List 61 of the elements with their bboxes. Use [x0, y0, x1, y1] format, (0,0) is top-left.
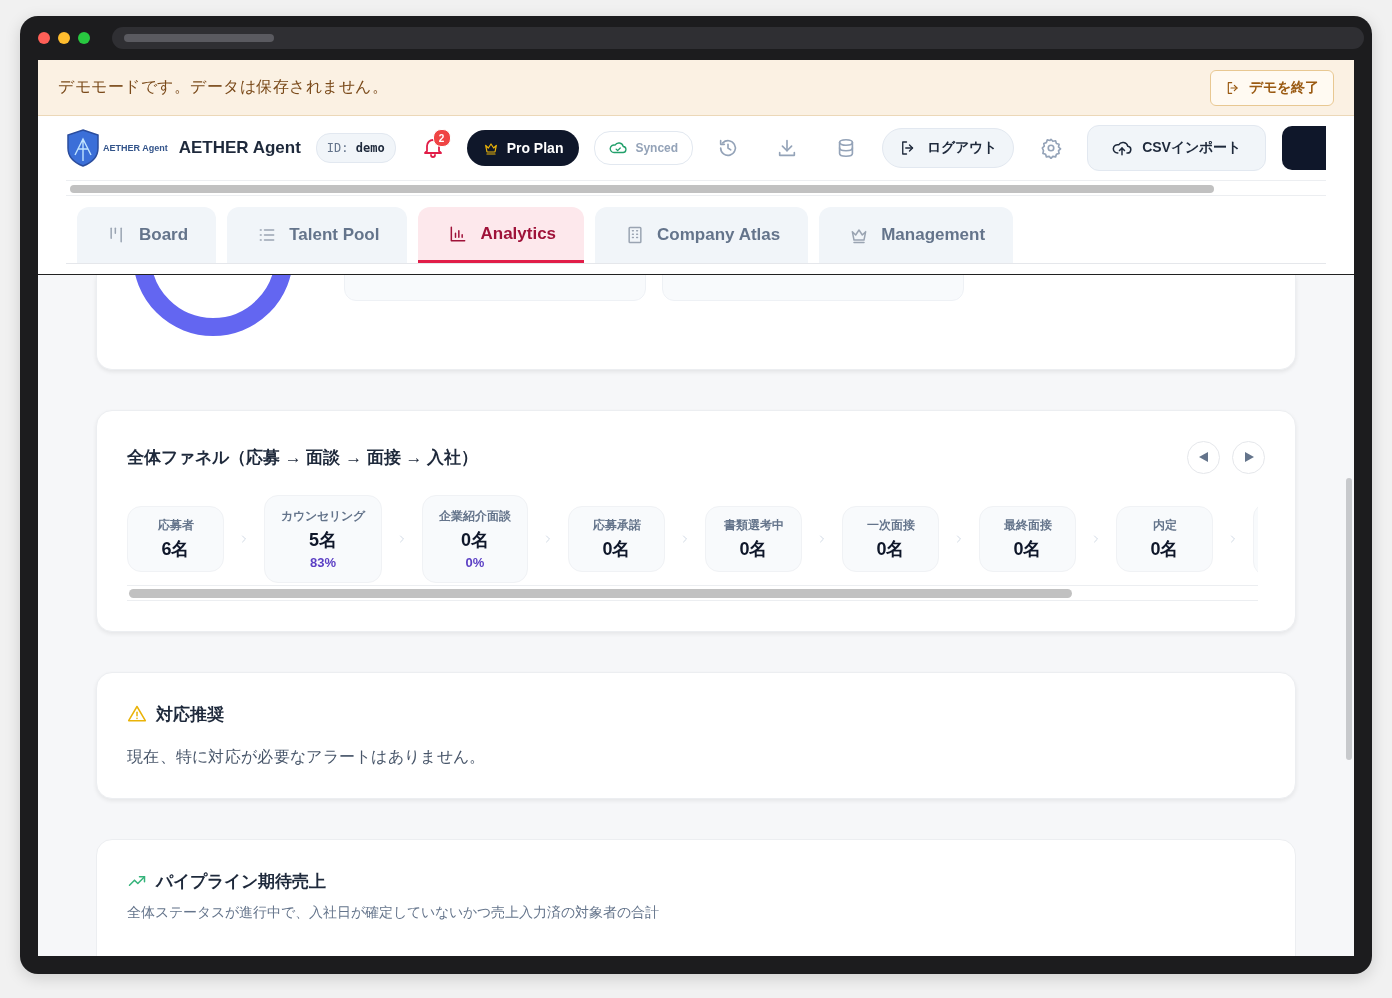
scroll-left-button[interactable] [1187, 440, 1220, 474]
scroll-thumb[interactable] [129, 589, 1072, 598]
funnel-title: 全体ファネル（応募 → 面談 → 面接 → 入社） [127, 446, 479, 469]
scroll-thumb[interactable] [70, 185, 1214, 193]
stage-count: 0名 [876, 538, 905, 561]
funnel-stage-card[interactable]: 書類選考中 0名 [705, 506, 802, 572]
funnel-stage-card[interactable]: 内定 0名 [1116, 506, 1213, 572]
tab[interactable]: Board [77, 207, 217, 263]
funnel-stage-card[interactable]: 一次面接 0名 [842, 506, 939, 572]
user-id-badge: ID: demo [315, 133, 396, 163]
funnel-stage-card[interactable]: カウンセリング 5名 83% [264, 495, 382, 583]
stage-label: 一次面接 [866, 517, 915, 534]
address-bar[interactable] [112, 27, 1364, 49]
stage-count: 0名 [461, 529, 489, 552]
app-name: AETHER Agent [178, 138, 301, 158]
csv-import-button[interactable]: CSVインポート [1087, 125, 1266, 171]
funnel-stage-card[interactable]: 企業紹介面談 0名 0% [422, 495, 528, 583]
right-triangle-icon [1242, 451, 1255, 463]
stage-count: 0名 [602, 538, 631, 561]
zoom-window-button[interactable] [78, 32, 90, 44]
conversion-rate: 0% [465, 555, 485, 570]
stage-label: 応募者 [157, 517, 194, 534]
pipeline-title: パイプライン期待売上 [156, 870, 326, 893]
action-button[interactable] [1281, 126, 1326, 170]
stage-count: 0名 [1150, 538, 1179, 561]
stage-label: カウンセリング [281, 508, 365, 525]
logout-button[interactable]: ログアウト [882, 128, 1015, 168]
stage-label: 最終面接 [1003, 517, 1052, 534]
minimize-window-button[interactable] [58, 32, 70, 44]
conversion-rate: 83% [310, 555, 336, 570]
stage-label: 書類選考中 [723, 517, 784, 534]
stage-label: 内定 [1152, 517, 1177, 534]
tab[interactable]: Talent Pool [227, 207, 408, 263]
stage-count: 0名 [739, 538, 768, 561]
left-triangle-icon [1197, 451, 1210, 463]
settings-icon[interactable] [1040, 137, 1063, 159]
scroll-thumb[interactable] [1346, 478, 1352, 760]
funnel-stage-card[interactable]: 応募者 6名 [127, 506, 224, 572]
notification-count: 2 [432, 129, 451, 147]
tab[interactable]: Analytics [418, 207, 585, 263]
funnel-stage-card[interactable]: 最終面接 0名 [979, 506, 1076, 572]
pro-plan-button[interactable]: Pro Plan [466, 130, 580, 166]
scroll-right-button[interactable] [1232, 440, 1265, 474]
stage-count: 5名 [309, 529, 337, 552]
tab[interactable]: Management [819, 207, 1014, 263]
stage-count: 0名 [1013, 538, 1042, 561]
tab[interactable]: Company Atlas [595, 207, 809, 263]
close-window-button[interactable] [38, 32, 50, 44]
stage-label: 応募承諾 [592, 517, 641, 534]
warning-icon [127, 704, 147, 724]
sync-status: Synced [594, 131, 694, 165]
funnel-stage-card[interactable]: 応募承諾 0名 [568, 506, 665, 572]
logo-text: AETHER Agent [103, 143, 168, 153]
pipeline-description: 全体ステータスが進行中で、入社日が確定していないかつ売上入力済の対象者の合計 [127, 904, 660, 922]
stage-label: 企業紹介面談 [439, 508, 511, 525]
end-demo-button[interactable]: デモを終了 [1210, 69, 1334, 106]
shield-logo-icon [66, 129, 100, 167]
alerts-message: 現在、特に対応が必要なアラートはありません。 [127, 747, 487, 767]
stage-count: 6名 [161, 538, 190, 561]
alerts-title: 対応推奨 [156, 703, 224, 726]
demo-mode-message: デモモードです。データは保存されません。 [58, 77, 388, 97]
